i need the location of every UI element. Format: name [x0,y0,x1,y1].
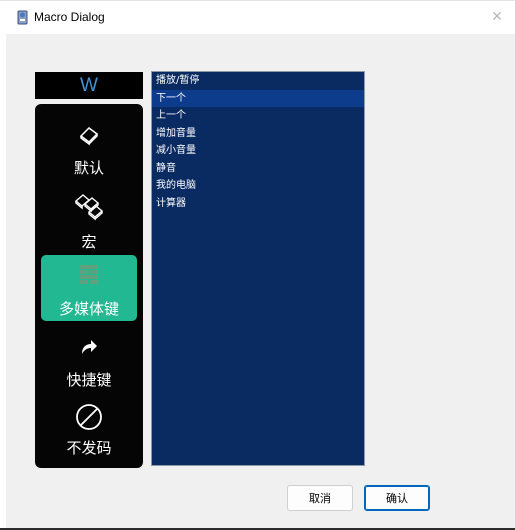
nav-item-default[interactable]: 默认 [41,112,137,180]
keycap-icon [41,124,137,146]
nav-item-label: 不发码 [66,439,112,457]
close-button[interactable]: ✕ [487,7,507,27]
nav-item-macro[interactable]: 宏 [41,184,137,254]
nav-item-shortcut[interactable]: 快捷键 [41,326,137,394]
cancel-button[interactable]: 取消 [287,485,353,511]
list-item[interactable]: 我的电脑 [152,177,364,195]
media-grid-icon [41,263,137,287]
current-key-indicator: W [35,72,143,99]
list-item[interactable]: 增加音量 [152,125,364,143]
list-item[interactable]: 静音 [152,160,364,178]
window-title: Macro Dialog [34,10,105,24]
confirm-button[interactable]: 确认 [364,485,430,511]
list-item[interactable]: 播放/暂停 [152,72,364,90]
media-key-list[interactable]: 播放/暂停 下一个 上一个 增加音量 减小音量 静音 我的电脑 计算器 [151,71,365,466]
list-item[interactable]: 计算器 [152,195,364,213]
list-item[interactable]: 减小音量 [152,142,364,160]
keycaps-cluster-icon [41,192,137,222]
nav-item-multimedia[interactable]: 多媒体键 [41,255,137,321]
side-nav: 默认 宏 多媒体键 快捷键 不发码 [35,104,143,468]
nav-item-no-send[interactable]: 不发码 [41,398,137,464]
nav-item-label: 多媒体键 [58,300,119,318]
shortcut-arrow-icon [41,336,137,356]
prohibited-icon [41,402,137,432]
nav-item-label: 快捷键 [66,371,112,389]
list-item[interactable]: 下一个 [152,89,364,107]
title-bar: Macro Dialog ✕ [0,0,515,35]
nav-item-label: 宏 [81,233,97,251]
app-icon [16,10,30,26]
nav-item-label: 默认 [73,159,104,177]
list-item[interactable]: 上一个 [152,107,364,125]
